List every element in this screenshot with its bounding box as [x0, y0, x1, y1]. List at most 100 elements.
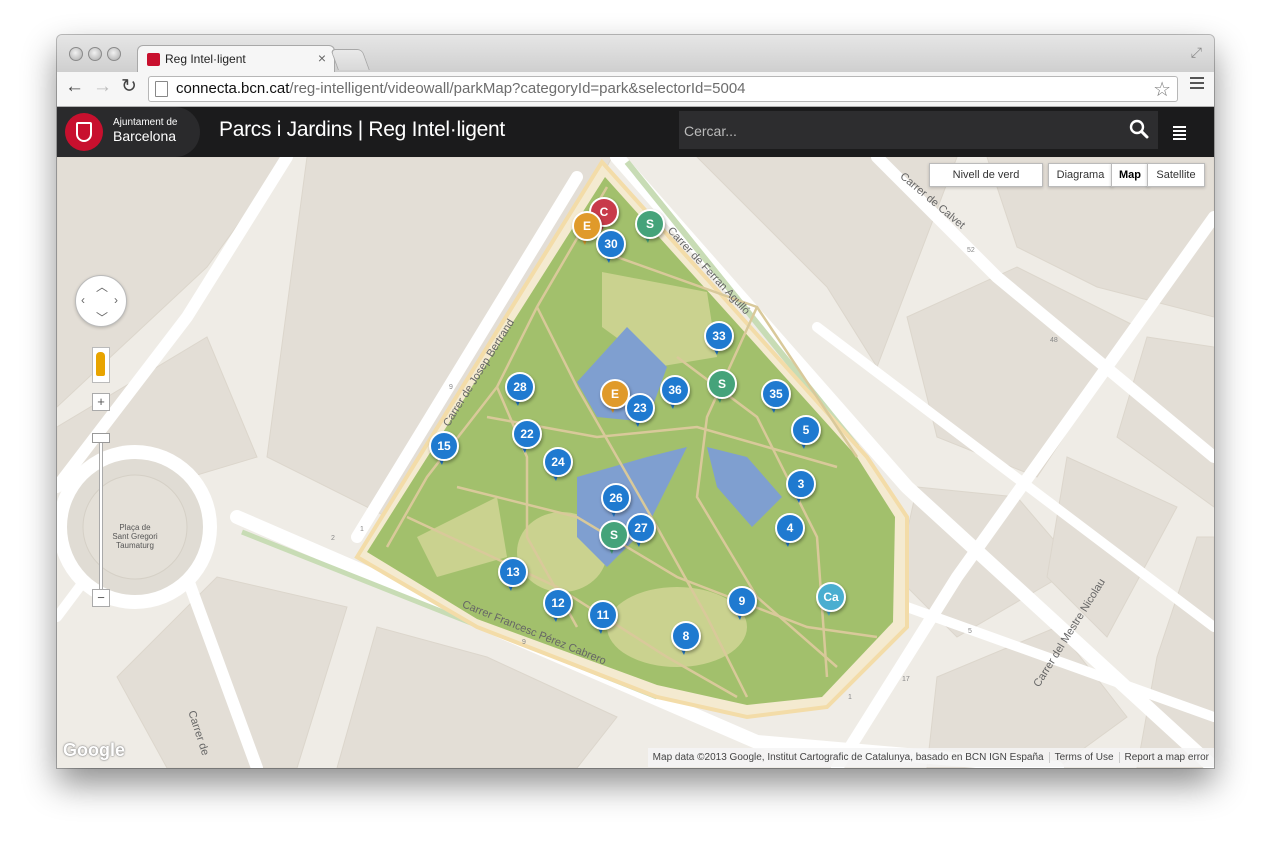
search-input[interactable] [679, 111, 1106, 151]
marker-label: 28 [505, 372, 535, 402]
map-attribution: Map data ©2013 Google, Institut Cartogra… [652, 752, 1044, 763]
zoom-window-button[interactable] [107, 47, 121, 61]
zoom-slider-handle[interactable] [92, 433, 110, 443]
map-marker[interactable]: 35 [761, 379, 791, 417]
house-number: 9 [522, 639, 526, 646]
app-header: Ajuntament de Barcelona Parcs i Jardins … [57, 107, 1214, 157]
back-button[interactable]: ← [65, 76, 84, 98]
map-area[interactable]: Carrer de Calvet Carrer de Ferran Agulló… [57, 157, 1214, 768]
address-bar[interactable]: connecta.bcn.cat/reg-intelligent/videowa… [148, 76, 1178, 102]
map-marker[interactable]: S [635, 209, 665, 247]
browser-menu-icon[interactable] [1190, 77, 1204, 92]
pan-left-icon[interactable]: ‹ [81, 293, 85, 307]
barcelona-emblem-icon [65, 113, 103, 151]
zoom-slider-track[interactable] [99, 435, 103, 595]
marker-label: 35 [761, 379, 791, 409]
marker-label: 9 [727, 586, 757, 616]
google-logo: Google [63, 740, 125, 760]
house-number: 1 [848, 694, 852, 701]
street-view-pegman-icon[interactable] [92, 347, 110, 383]
map-marker[interactable]: 5 [791, 415, 821, 453]
marker-label: 8 [671, 621, 701, 651]
close-window-button[interactable] [69, 47, 83, 61]
page-title: Parcs i Jardins | Reg Intel·ligent [219, 118, 505, 141]
report-error-link[interactable]: Report a map error [1118, 752, 1214, 763]
marker-label: 27 [626, 513, 656, 543]
map-marker[interactable]: 24 [543, 447, 573, 485]
forward-button[interactable]: → [93, 76, 112, 98]
map-marker[interactable]: 15 [429, 431, 459, 469]
map-marker[interactable]: S [599, 520, 629, 558]
house-number: 9 [449, 384, 453, 391]
map-marker[interactable]: 9 [727, 586, 757, 624]
plaza-label-line2: Sant Gregori [112, 532, 158, 541]
browser-window: Reg Intel·ligent × ⤢ ← → ↻ connecta.bcn.… [57, 35, 1214, 768]
map-marker[interactable]: 13 [498, 557, 528, 595]
marker-label: 4 [775, 513, 805, 543]
house-number: 48 [1050, 337, 1058, 344]
map-type-diagrama[interactable]: Diagrama [1048, 163, 1113, 187]
logo-line1: Ajuntament de [113, 117, 178, 128]
app-menu-icon[interactable] [1173, 126, 1186, 142]
map-marker[interactable]: 4 [775, 513, 805, 551]
fullscreen-icon[interactable]: ⤢ [1191, 44, 1202, 61]
zoom-out-button[interactable]: − [92, 589, 110, 607]
browser-toolbar: ← → ↻ connecta.bcn.cat/reg-intelligent/v… [57, 72, 1214, 107]
marker-label: 15 [429, 431, 459, 461]
map-marker[interactable]: 27 [626, 513, 656, 551]
map-marker[interactable]: 8 [671, 621, 701, 659]
map-marker[interactable]: 28 [505, 372, 535, 410]
pan-down-icon[interactable]: ﹀ [96, 309, 108, 326]
new-tab-button[interactable] [330, 49, 370, 70]
terms-link[interactable]: Terms of Use [1048, 752, 1119, 763]
marker-label: 12 [543, 588, 573, 618]
map-marker[interactable]: Ca [816, 582, 846, 620]
house-number: 17 [902, 676, 910, 683]
map-marker[interactable]: 12 [543, 588, 573, 626]
house-number: 5 [968, 628, 972, 635]
map-marker[interactable]: 36 [660, 375, 690, 413]
map-marker[interactable]: 22 [512, 419, 542, 457]
map-marker[interactable]: 33 [704, 321, 734, 359]
map-marker[interactable]: 11 [588, 600, 618, 638]
url-text: connecta.bcn.cat/reg-intelligent/videowa… [176, 80, 746, 97]
bookmark-star-icon[interactable]: ☆ [1153, 77, 1171, 102]
marker-label: 30 [596, 229, 626, 259]
tab-close-icon[interactable]: × [318, 50, 326, 66]
map-marker[interactable]: 30 [596, 229, 626, 267]
minimize-window-button[interactable] [88, 47, 102, 61]
pan-right-icon[interactable]: › [114, 293, 118, 307]
browser-tab[interactable]: Reg Intel·ligent × [137, 45, 335, 73]
marker-label: Ca [816, 582, 846, 612]
house-number: 1 [360, 526, 364, 533]
marker-label: 5 [791, 415, 821, 445]
city-logo[interactable]: Ajuntament de Barcelona [57, 107, 200, 157]
url-host: connecta.bcn.cat [176, 80, 290, 97]
marker-label: 26 [601, 483, 631, 513]
zoom-in-button[interactable]: + [92, 393, 110, 411]
marker-label: 22 [512, 419, 542, 449]
marker-label: 3 [786, 469, 816, 499]
favicon-icon [147, 53, 160, 66]
tab-title: Reg Intel·ligent [165, 52, 246, 66]
house-number: 2 [331, 535, 335, 542]
map-type-map[interactable]: Map [1111, 163, 1149, 187]
marker-label: S [707, 369, 737, 399]
map-marker[interactable]: 3 [786, 469, 816, 507]
map-marker[interactable]: S [707, 369, 737, 407]
marker-label: 33 [704, 321, 734, 351]
search-box [679, 111, 1158, 151]
map-marker[interactable]: 23 [625, 393, 655, 431]
logo-line2: Barcelona [113, 128, 177, 144]
plaza-label-line3: Taumaturg [116, 541, 154, 550]
map-attribution-bar: Map data ©2013 Google, Institut Cartogra… [647, 748, 1214, 767]
page-icon [155, 81, 168, 97]
search-icon[interactable] [1128, 118, 1150, 140]
marker-label: S [599, 520, 629, 550]
layer-green-level-button[interactable]: Nivell de verd [929, 163, 1043, 187]
pan-control[interactable]: ︿ ﹀ ‹ › [75, 275, 127, 327]
reload-button[interactable]: ↻ [121, 75, 137, 98]
map-type-satellite[interactable]: Satellite [1147, 163, 1205, 187]
plaza-label-line1: Plaça de [119, 523, 151, 532]
pan-up-icon[interactable]: ︿ [96, 278, 108, 295]
